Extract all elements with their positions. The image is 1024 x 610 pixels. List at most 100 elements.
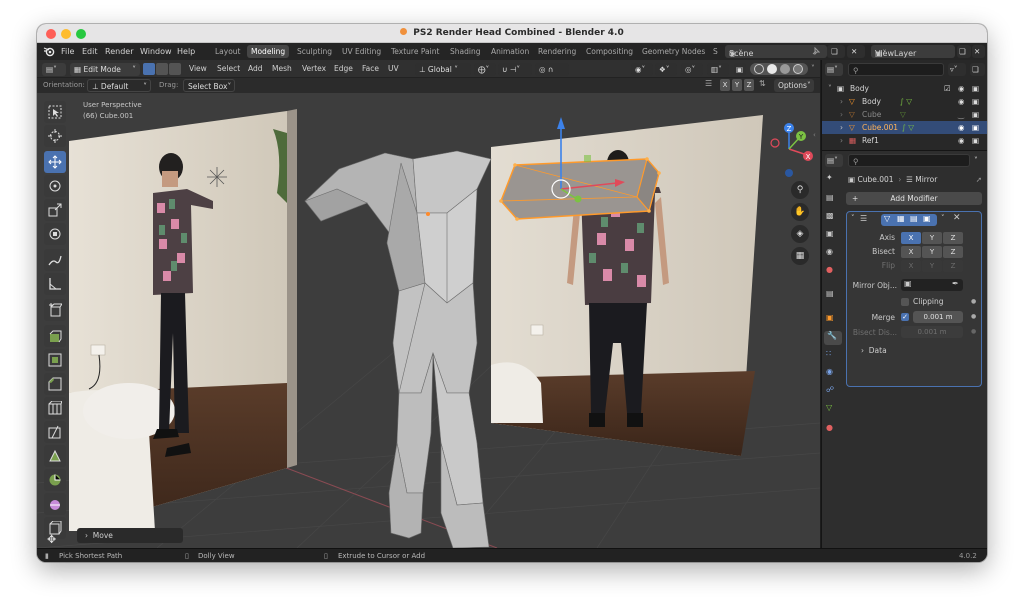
tab-texture-paint[interactable]: Texture Paint [391, 45, 439, 58]
camera-view-icon[interactable]: ◈ [791, 225, 809, 243]
tool-loop-cut[interactable] [44, 397, 66, 419]
modifier-menu-chevron-icon[interactable]: ˅ [941, 214, 945, 222]
vertex-select-icon[interactable] [143, 63, 155, 75]
menu-face[interactable]: Face [362, 60, 379, 78]
clipping-checkbox[interactable] [901, 298, 909, 306]
properties-search-input[interactable]: ⚲ [848, 154, 970, 167]
mirror-z-toggle[interactable]: Z [744, 79, 754, 91]
mirror-object-field[interactable]: ▣ ✒ [901, 279, 963, 291]
tab-render[interactable]: ▤ [826, 193, 840, 207]
new-collection-button[interactable]: ❏ [970, 63, 985, 76]
tool-extrude[interactable] [44, 325, 66, 347]
render-camera-icon[interactable]: ▣ [972, 121, 979, 134]
checkbox-icon[interactable]: ☑ [944, 82, 951, 95]
shading-options-chevron-icon[interactable]: ˅ [811, 60, 815, 78]
mirror-x-toggle[interactable]: X [720, 79, 730, 91]
edit-cage-icon[interactable]: ▽ [884, 214, 890, 223]
tab-world[interactable]: ● [826, 265, 840, 279]
menu-edge[interactable]: Edge [334, 60, 353, 78]
render-camera-icon[interactable]: ▣ [972, 95, 979, 108]
flip-z-toggle[interactable]: Z [943, 260, 963, 272]
tab-physics[interactable]: ◉ [826, 367, 840, 381]
editor-type-selector[interactable]: ▤˅ [42, 63, 66, 76]
tool-transform[interactable] [44, 223, 66, 245]
tab-constraints[interactable]: ☍ [826, 385, 840, 399]
tool-move[interactable] [44, 151, 66, 173]
outliner-display-mode[interactable]: ▤˅ [825, 63, 843, 76]
tab-particles[interactable]: ∷ [826, 349, 840, 363]
edge-select-icon[interactable] [156, 63, 168, 75]
sidebar-toggle-chevron-icon[interactable]: ‹ [813, 131, 819, 141]
tab-output[interactable]: ▩ [826, 211, 840, 225]
tab-compositing[interactable]: Compositing [586, 45, 633, 58]
tab-collection[interactable]: ▤ [826, 289, 840, 303]
gizmo-toggle[interactable]: ❖˅ [655, 63, 677, 76]
render-camera-icon[interactable]: ▣ [972, 108, 979, 121]
material-shading-icon[interactable] [780, 64, 790, 74]
drag-selector[interactable]: Select Box˅ [183, 79, 235, 92]
bisect-y-toggle[interactable]: Y [922, 246, 942, 258]
tool-select-box[interactable] [44, 101, 66, 123]
tab-sculpting[interactable]: Sculpting [297, 45, 332, 58]
properties-editor-type[interactable]: ▤˅ [825, 154, 843, 167]
tool-scale[interactable] [44, 199, 66, 221]
overlays-toggle[interactable]: ◎˅ [681, 63, 703, 76]
tool-shear-icon[interactable]: ✥ [47, 533, 63, 547]
keyframe-dot-icon[interactable]: ● [971, 313, 976, 320]
tool-bevel[interactable] [44, 373, 66, 395]
tool-annotate[interactable] [44, 249, 66, 271]
zoom-view-icon[interactable]: ⚲ [791, 181, 809, 199]
pin-icon[interactable]: ➚ [976, 173, 982, 187]
flip-x-toggle[interactable]: X [901, 260, 921, 272]
menu-select[interactable]: Select [217, 60, 240, 78]
orientation-selector[interactable]: ⊥ Default ˅ [87, 79, 151, 92]
tab-scripting[interactable]: S [713, 45, 718, 58]
tab-modeling[interactable]: Modeling [247, 45, 290, 58]
add-modifier-button[interactable]: + Add Modifier [846, 192, 982, 205]
render-camera-icon[interactable]: ▣ [972, 134, 979, 146]
delete-view-layer-button[interactable]: ✕ [972, 45, 985, 58]
new-scene-button[interactable]: ❏ [827, 45, 845, 58]
tab-modifiers[interactable]: 🔧 [824, 331, 842, 345]
edit-mode-icon[interactable]: ▦ [897, 214, 905, 223]
transform-orientation-selector[interactable]: ⊥ Global ˅ [415, 63, 471, 76]
outliner-filter-button[interactable]: ▿˅ [948, 63, 966, 76]
topology-icon[interactable]: ⇅ [759, 79, 771, 92]
mode-selector[interactable]: ▦ Edit Mode ˅ [70, 63, 140, 76]
tab-shading[interactable]: Shading [450, 45, 480, 58]
axis-x-toggle[interactable]: X [901, 232, 921, 244]
merge-distance-field[interactable]: 0.001 m [913, 311, 963, 323]
tool-add-cube[interactable] [44, 299, 66, 321]
axis-y-toggle[interactable]: Y [922, 232, 942, 244]
mirror-y-toggle[interactable]: Y [732, 79, 742, 91]
tab-scene[interactable]: ◉ [826, 247, 840, 261]
outliner-search-input[interactable]: ⚲ [848, 63, 944, 76]
navigation-gizmo[interactable]: Z Y X [763, 119, 815, 179]
delete-scene-button[interactable]: ✕ [847, 45, 865, 58]
pan-view-hand-icon[interactable]: ✋ [791, 203, 809, 221]
view-layer-selector[interactable]: ▣˅ ViewLayer [871, 45, 955, 58]
face-select-icon[interactable] [169, 63, 181, 75]
menu-mesh[interactable]: Mesh [272, 60, 292, 78]
snap-selector[interactable]: ∪ ⊣˅ [498, 63, 532, 76]
outliner-row-cube[interactable]: › ▽ Cube ▽ ‿ ▣ [822, 108, 987, 121]
tab-rendering[interactable]: Rendering [538, 45, 576, 58]
tab-tool[interactable]: ✦ [826, 173, 840, 187]
outliner-row-collection[interactable]: ˅ ▣ Body ☑ ◉ ▣ [822, 82, 987, 95]
new-view-layer-button[interactable]: ❏ [957, 45, 971, 58]
visibility-eye-icon[interactable]: ◉ [958, 134, 965, 146]
scene-canvas[interactable] [37, 93, 820, 548]
rendered-shading-icon[interactable] [793, 64, 803, 74]
bisect-z-toggle[interactable]: Z [943, 246, 963, 258]
collapse-chevron-icon[interactable]: ˅ [851, 214, 855, 222]
menu-file[interactable]: File [61, 43, 74, 60]
mesh-edit-overlays-toggle[interactable]: ▥˅ [707, 63, 729, 76]
tab-animation[interactable]: Animation [491, 45, 529, 58]
visibility-eye-icon[interactable]: ◉ [958, 95, 965, 108]
render-camera-icon[interactable]: ▣ [923, 214, 931, 223]
merge-checkbox[interactable]: ✓ [901, 313, 909, 321]
pivot-point-selector[interactable]: ⨁˅ [474, 63, 496, 76]
tool-cursor[interactable] [44, 125, 66, 147]
outliner-row-ref1[interactable]: › ▦ Ref1 ◉ ▣ [822, 134, 987, 146]
tab-object[interactable]: ▣ [826, 313, 840, 327]
